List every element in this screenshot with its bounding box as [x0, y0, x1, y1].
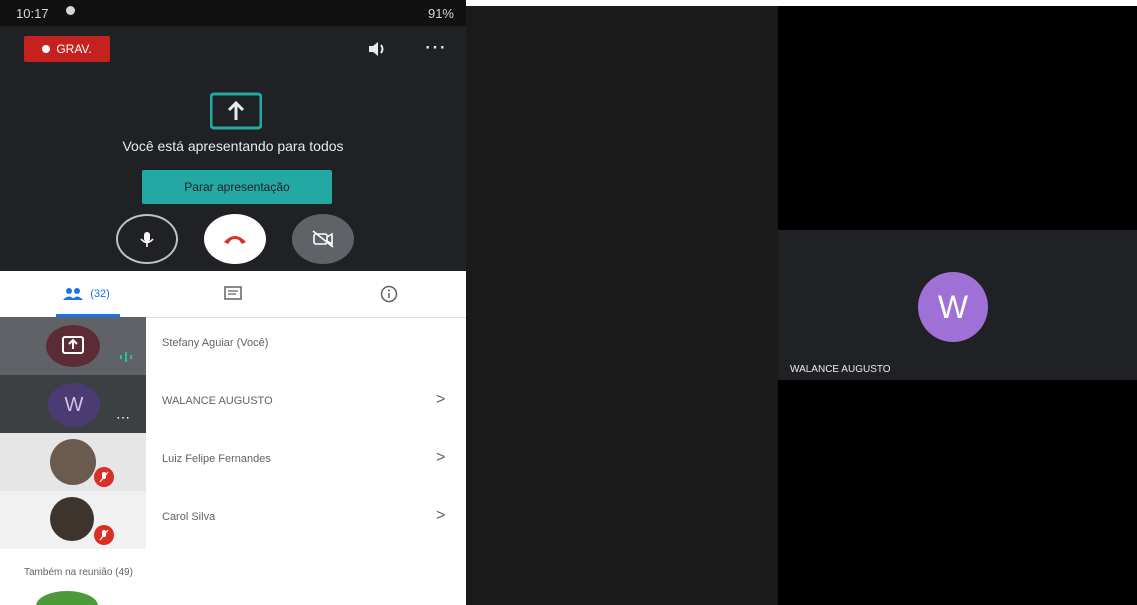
participant-avatar-area: W ⋯ — [0, 375, 146, 433]
location-icon — [66, 6, 75, 15]
mic-muted-badge — [94, 467, 114, 487]
chevron-right-icon[interactable]: > — [436, 507, 445, 525]
recording-badge: GRAV. — [24, 36, 110, 62]
mic-off-icon — [99, 471, 109, 483]
participant-row[interactable]: Carol Silva > — [0, 491, 466, 549]
end-call-button[interactable] — [204, 214, 266, 264]
participants-panel: (32) Stefany Aguiar (Você) W ⋯ WALANCE A… — [0, 271, 466, 605]
microphone-button[interactable] — [116, 214, 178, 264]
people-count: (32) — [90, 288, 110, 300]
battery-status: 91% — [427, 6, 454, 21]
chat-icon — [224, 286, 242, 300]
screen-share-icon — [209, 92, 263, 132]
recording-label: GRAV. — [56, 42, 92, 56]
info-icon — [380, 285, 398, 303]
tab-people[interactable]: (32) — [36, 271, 136, 317]
mic-off-icon — [99, 529, 109, 541]
speaking-icon — [120, 352, 132, 362]
participant-name: Stefany Aguiar (Você) — [162, 337, 269, 349]
more-options-icon[interactable]: ⋯ — [116, 409, 130, 426]
more-options-icon[interactable]: ⋯ — [424, 34, 447, 60]
panel-tabs: (32) — [0, 271, 466, 318]
participant-avatar-area — [0, 433, 146, 491]
empty-video-area — [466, 6, 778, 605]
status-bar: 10:17 91% — [0, 0, 466, 26]
participant-name: Luiz Felipe Fernandes — [162, 453, 271, 465]
phone-screen: 10:17 91% GRAV. ⋯ Você está apresentando… — [0, 0, 466, 605]
presenting-message: Você está apresentando para todos — [122, 138, 344, 154]
presentation-area: GRAV. ⋯ Você está apresentando para todo… — [0, 26, 466, 271]
participant-row[interactable]: Luiz Felipe Fernandes > — [0, 433, 466, 491]
participant-tile[interactable]: W WALANCE AUGUSTO — [778, 230, 1137, 380]
speaker-icon[interactable] — [366, 38, 388, 60]
also-in-meeting-label: Também na reunião (49) — [24, 567, 133, 578]
people-icon — [63, 288, 84, 300]
tile-participant-name: WALANCE AUGUSTO — [790, 364, 891, 375]
camera-button[interactable] — [292, 214, 354, 264]
record-dot-icon — [42, 45, 51, 53]
participant-name: Carol Silva — [162, 511, 216, 523]
participant-row[interactable]: W ⋯ WALANCE AUGUSTO > — [0, 375, 466, 433]
hang-up-icon — [224, 236, 246, 244]
tile-avatar: W — [918, 272, 988, 342]
chevron-right-icon[interactable]: > — [436, 449, 445, 467]
participant-row[interactable]: Stefany Aguiar (Você) — [0, 317, 466, 375]
avatar — [46, 325, 100, 367]
stop-presenting-button[interactable]: Parar apresentação — [142, 170, 332, 204]
avatar: W — [48, 383, 100, 427]
camera-off-icon — [312, 230, 334, 248]
mic-muted-badge — [94, 525, 114, 545]
participant-name: WALANCE AUGUSTO — [162, 395, 273, 407]
avatar — [50, 497, 94, 541]
microphone-icon — [140, 232, 154, 247]
avatar — [36, 591, 98, 605]
tab-chat[interactable] — [208, 271, 258, 317]
status-time: 10:17 — [16, 6, 49, 21]
participant-avatar-area — [0, 491, 146, 549]
avatar — [50, 439, 96, 485]
tab-info[interactable] — [364, 271, 414, 317]
participant-avatar-area — [0, 317, 146, 375]
chevron-right-icon[interactable]: > — [436, 391, 445, 409]
